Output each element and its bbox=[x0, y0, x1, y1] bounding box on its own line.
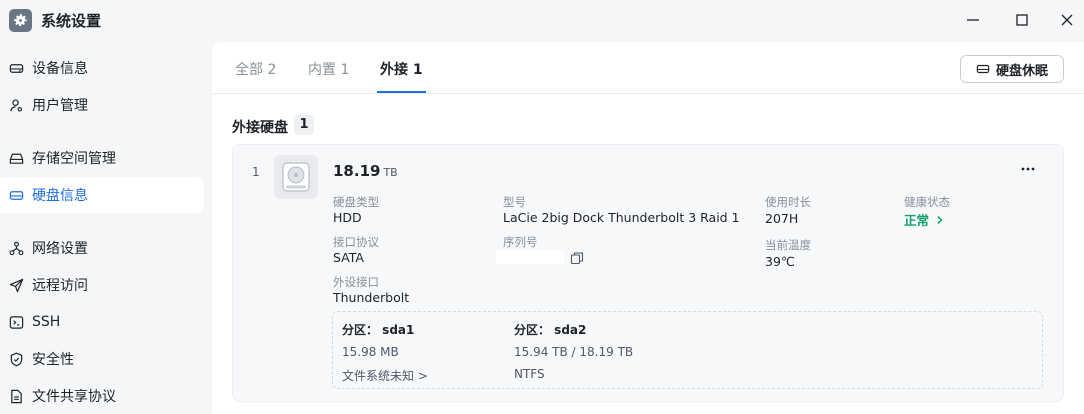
sidebar-item-disk-info[interactable]: 硬盘信息 bbox=[0, 177, 204, 213]
tab-external[interactable]: 外接 1 bbox=[380, 59, 423, 79]
disk-sleep-label: 硬盘休眠 bbox=[995, 63, 1048, 79]
close-icon bbox=[1061, 14, 1073, 26]
partition-2-name: 分区： sda2 bbox=[514, 323, 587, 337]
user-icon bbox=[8, 97, 24, 113]
partition-1-filesystem-link[interactable]: 文件系统未知 > bbox=[342, 367, 428, 384]
app-title: 系统设置 bbox=[41, 12, 102, 30]
sidebar-item-label: 存储空间管理 bbox=[32, 151, 116, 167]
storage-icon bbox=[8, 150, 24, 166]
chevron-right-icon bbox=[937, 215, 943, 224]
disk-capacity: 18.19 TB bbox=[333, 162, 398, 180]
temperature-value: 39℃ bbox=[765, 254, 795, 269]
sidebar-item-user-management[interactable]: 用户管理 bbox=[0, 87, 204, 123]
active-tab-indicator bbox=[377, 91, 426, 93]
send-icon bbox=[8, 277, 24, 293]
sidebar-item-label: 安全性 bbox=[32, 352, 74, 368]
disk-icon bbox=[976, 64, 990, 74]
health-status-link[interactable]: 正常 bbox=[904, 210, 945, 229]
uptime-value: 207H bbox=[765, 211, 799, 226]
partition-1-name: 分区： sda1 bbox=[342, 323, 415, 337]
main-panel: 全部 2 内置 1 外接 1 硬盘休眠 外接硬盘 1 1 18.19 TB 硬盘… bbox=[212, 42, 1084, 414]
external-interface-value: Thunderbolt bbox=[333, 290, 410, 305]
copy-icon bbox=[570, 252, 584, 265]
more-options-button[interactable] bbox=[1017, 159, 1039, 179]
sidebar-item-ssh[interactable]: SSH bbox=[0, 304, 204, 340]
settings-window: 系统设置 设备信息 用户管理 存储空间管理 硬盘信息 网络设置 远程访问 SSH… bbox=[0, 0, 1084, 414]
maximize-icon bbox=[1016, 14, 1028, 26]
file-icon bbox=[8, 388, 24, 404]
partition-2-size: 15.94 TB / 18.19 TB bbox=[514, 345, 634, 359]
partition-2-filesystem: NTFS bbox=[514, 367, 545, 381]
sidebar-item-label: 远程访问 bbox=[32, 278, 88, 294]
shield-icon bbox=[8, 351, 24, 367]
settings-gear-icon bbox=[9, 9, 32, 32]
disk-icon bbox=[8, 187, 24, 203]
disk-type-value: HDD bbox=[333, 210, 362, 225]
model-label: 型号 bbox=[503, 195, 526, 209]
sidebar-item-label: 硬盘信息 bbox=[32, 188, 88, 204]
sidebar: 设备信息 用户管理 存储空间管理 硬盘信息 网络设置 远程访问 SSH 安全性 … bbox=[0, 42, 212, 414]
capacity-unit: TB bbox=[383, 166, 398, 179]
disk-sleep-button[interactable]: 硬盘休眠 bbox=[960, 55, 1064, 83]
disk-card: 1 18.19 TB 硬盘类型 HDD 接口协议 SATA 外设接口 Thund… bbox=[232, 144, 1064, 402]
tab-all[interactable]: 全部 2 bbox=[235, 59, 276, 79]
capacity-value: 18.19 bbox=[333, 162, 381, 180]
section-count-badge: 1 bbox=[294, 115, 314, 135]
ssh-icon bbox=[8, 314, 24, 330]
temperature-label: 当前温度 bbox=[765, 238, 811, 252]
serial-label: 序列号 bbox=[503, 235, 538, 249]
disk-type-label: 硬盘类型 bbox=[333, 195, 379, 209]
model-value: LaCie 2big Dock Thunderbolt 3 Raid 1 bbox=[503, 210, 740, 225]
sidebar-item-label: 网络设置 bbox=[32, 241, 88, 257]
network-icon bbox=[8, 240, 24, 256]
external-interface-label: 外设接口 bbox=[333, 275, 379, 289]
health-status-value: 正常 bbox=[904, 213, 930, 228]
sidebar-item-label: 用户管理 bbox=[32, 98, 88, 114]
maximize-button[interactable] bbox=[1011, 9, 1033, 31]
drive-icon bbox=[8, 60, 24, 76]
sidebar-item-label: SSH bbox=[32, 314, 61, 330]
uptime-label: 使用时长 bbox=[765, 195, 811, 209]
partition-list: 分区： sda1 15.98 MB 文件系统未知 > 分区： sda2 15.9… bbox=[332, 311, 1043, 389]
sidebar-item-label: 设备信息 bbox=[32, 61, 88, 77]
ellipsis-icon bbox=[1021, 167, 1035, 171]
sidebar-item-remote-access[interactable]: 远程访问 bbox=[0, 267, 204, 303]
sidebar-item-file-sharing[interactable]: 文件共享协议 bbox=[0, 378, 204, 414]
interface-protocol-value: SATA bbox=[333, 250, 364, 265]
sidebar-item-device-info[interactable]: 设备信息 bbox=[0, 50, 204, 86]
hard-disk-icon bbox=[274, 155, 318, 199]
minimize-icon bbox=[967, 19, 979, 21]
sidebar-item-storage[interactable]: 存储空间管理 bbox=[0, 140, 204, 176]
disk-index: 1 bbox=[252, 165, 260, 179]
minimize-button[interactable] bbox=[962, 9, 984, 31]
sidebar-item-network[interactable]: 网络设置 bbox=[0, 230, 204, 266]
section-title: 外接硬盘 bbox=[232, 120, 288, 136]
copy-serial-button[interactable] bbox=[570, 250, 584, 265]
sidebar-item-security[interactable]: 安全性 bbox=[0, 341, 204, 377]
tab-internal[interactable]: 内置 1 bbox=[308, 59, 349, 79]
health-status-label: 健康状态 bbox=[904, 195, 950, 209]
partition-1-size: 15.98 MB bbox=[342, 345, 399, 359]
tab-bar: 全部 2 内置 1 外接 1 硬盘休眠 bbox=[212, 42, 1084, 94]
title-bar: 系统设置 bbox=[0, 0, 1084, 42]
serial-value-redacted bbox=[496, 250, 564, 264]
interface-protocol-label: 接口协议 bbox=[333, 235, 379, 249]
close-button[interactable] bbox=[1056, 9, 1078, 31]
sidebar-item-label: 文件共享协议 bbox=[32, 389, 116, 405]
